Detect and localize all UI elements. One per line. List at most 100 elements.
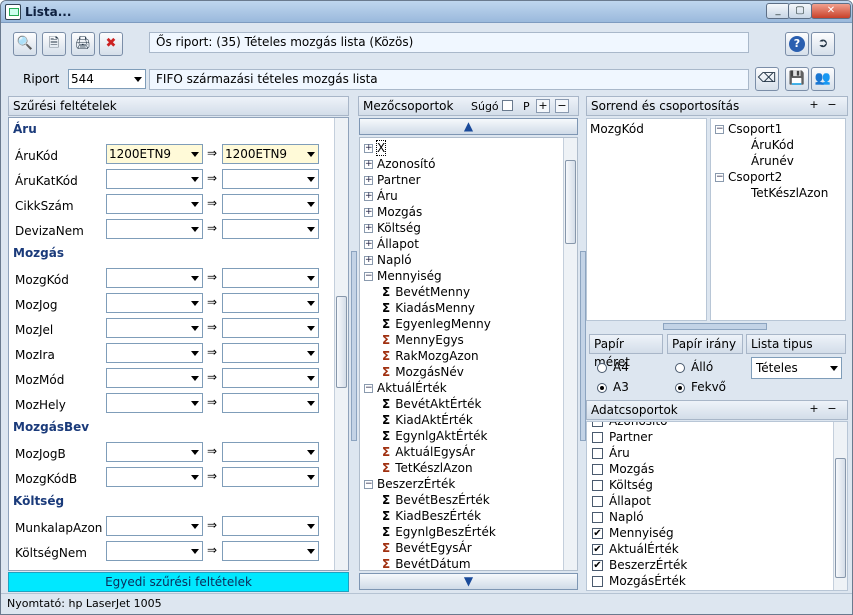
tree-item[interactable]: Σ BevétDátum — [382, 557, 471, 570]
list-type-select[interactable]: Tételes — [751, 357, 842, 379]
filter-to-select[interactable]: 1200ETN9 — [222, 144, 319, 164]
data-group-item[interactable]: Költség — [592, 478, 653, 492]
tree-item[interactable]: Σ KiadBeszÉrték — [382, 509, 481, 523]
filter-to-select[interactable] — [222, 268, 319, 288]
eraser-button[interactable]: ⌫ — [755, 67, 779, 91]
filter-from-select[interactable] — [106, 194, 203, 214]
filters-scrollbar[interactable] — [334, 118, 348, 570]
tree-item[interactable]: Σ BevétMenny — [382, 285, 470, 299]
filter-from-select[interactable]: 1200ETN9 — [106, 144, 203, 164]
data-group-item[interactable]: Állapot — [592, 494, 651, 508]
ordering-field-item[interactable]: MozgKód — [590, 122, 644, 136]
tree-item[interactable]: Σ MozgásNév — [382, 365, 464, 379]
data-groups-scrollbar[interactable] — [833, 422, 847, 590]
tree-item[interactable]: − Mennyiség — [364, 269, 442, 283]
scroll-up-button[interactable]: ▲ — [359, 118, 578, 135]
help-button[interactable]: ? — [785, 32, 809, 56]
collapse-icon[interactable]: − — [364, 272, 373, 281]
tree-item[interactable]: + Napló — [364, 253, 412, 267]
group-tree-item[interactable]: ÁruKód — [751, 138, 794, 152]
group-tree-item[interactable]: − Csoport2 — [715, 170, 782, 184]
tree-item[interactable]: Σ KiadásMenny — [382, 301, 475, 315]
users-button[interactable]: 👥 — [811, 67, 835, 91]
filter-to-select[interactable] — [222, 318, 319, 338]
filter-from-select[interactable] — [106, 268, 203, 288]
data-groups-remove-button[interactable]: − — [825, 403, 839, 417]
filter-from-select[interactable] — [106, 293, 203, 313]
tree-item[interactable]: − AktuálÉrték — [364, 381, 447, 395]
help-checkbox[interactable] — [502, 100, 513, 111]
minimize-button[interactable]: _ — [766, 3, 790, 19]
filter-to-select[interactable] — [222, 169, 319, 189]
filter-from-select[interactable] — [106, 343, 203, 363]
data-group-item[interactable]: ✔ AktuálÉrték — [592, 542, 679, 556]
tree-item[interactable]: + Azonosító — [364, 157, 435, 171]
ordering-remove-button[interactable]: − — [825, 99, 839, 113]
data-group-item[interactable]: Áru — [592, 446, 630, 460]
tree-item[interactable]: Σ TetKészlAzon — [382, 461, 473, 475]
tree-item[interactable]: + Állapot — [364, 237, 419, 251]
tree-item[interactable]: + Áru — [364, 189, 398, 203]
tree-item[interactable]: Σ BevétBeszÉrték — [382, 493, 490, 507]
tree-item[interactable]: Σ EgynlgAktÉrték — [382, 429, 487, 443]
horizontal-splitter[interactable] — [663, 323, 767, 330]
data-group-item[interactable]: ✔ BeszerzÉrték — [592, 558, 687, 572]
tree-item[interactable]: Σ BevétAktÉrték — [382, 397, 481, 411]
filter-to-select[interactable] — [222, 442, 319, 462]
tree-item[interactable]: Σ EgynlgBeszÉrték — [382, 525, 496, 539]
exit-button[interactable]: ➲ — [811, 32, 835, 56]
tree-item[interactable]: + Költség — [364, 221, 421, 235]
tree-item[interactable]: Σ KiadAktÉrték — [382, 413, 473, 427]
filter-from-select[interactable] — [106, 541, 203, 561]
filter-from-select[interactable] — [106, 393, 203, 413]
tree-item[interactable]: Σ BevétEgysÁr — [382, 541, 472, 555]
field-groups-scrollbar[interactable] — [563, 138, 577, 570]
filter-from-select[interactable] — [106, 318, 203, 338]
filter-from-select[interactable] — [106, 442, 203, 462]
filter-from-select[interactable] — [106, 516, 203, 536]
filter-to-select[interactable] — [222, 467, 319, 487]
custom-filters-button[interactable]: Egyedi szűrési feltételek — [8, 572, 349, 592]
data-group-item[interactable]: ✔ Mennyiség — [592, 526, 674, 540]
tree-item[interactable]: Σ AktuálEgysÁr — [382, 445, 475, 459]
preview-button[interactable]: 🔍 — [13, 32, 37, 56]
filter-to-select[interactable] — [222, 516, 319, 536]
expand-icon[interactable]: + — [364, 256, 373, 265]
data-groups-scroll-thumb[interactable] — [835, 458, 846, 578]
riport-select[interactable]: 544 — [68, 69, 146, 89]
save-button[interactable]: 💾 — [785, 67, 809, 91]
filter-to-select[interactable] — [222, 219, 319, 239]
data-group-item[interactable]: Napló — [592, 510, 644, 524]
orientation-landscape-radio[interactable]: Fekvő — [675, 380, 726, 394]
filter-from-select[interactable] — [106, 219, 203, 239]
tree-item[interactable]: Σ RakMozgAzon — [382, 349, 479, 363]
expand-icon[interactable]: + — [364, 240, 373, 249]
data-group-item[interactable]: MozgásÉrték — [592, 574, 686, 588]
expand-icon[interactable]: + — [364, 192, 373, 201]
expand-icon[interactable]: + — [364, 144, 373, 153]
group-tree-item[interactable]: TetKészlAzon — [751, 186, 828, 200]
filter-from-select[interactable] — [106, 368, 203, 388]
filter-to-select[interactable] — [222, 343, 319, 363]
expand-icon[interactable]: + — [364, 160, 373, 169]
filter-to-select[interactable] — [222, 541, 319, 561]
paper-a3-radio[interactable]: A3 — [597, 380, 629, 394]
collapse-all-button[interactable]: − — [555, 99, 569, 113]
expand-icon[interactable]: + — [364, 176, 373, 185]
tree-item[interactable]: − BeszerzÉrték — [364, 477, 455, 491]
tree-item[interactable]: + Mozgás — [364, 205, 422, 219]
field-groups-scroll-thumb[interactable] — [565, 160, 576, 244]
filter-to-select[interactable] — [222, 368, 319, 388]
collapse-icon[interactable]: − — [364, 384, 373, 393]
expand-icon[interactable]: + — [364, 224, 373, 233]
data-group-item-partial[interactable]: Azonosító — [592, 422, 667, 428]
data-groups-add-button[interactable]: + — [807, 403, 821, 417]
report-settings-button[interactable]: 🗎 — [42, 32, 66, 56]
paper-a4-radio[interactable]: A4 — [597, 360, 629, 374]
delete-button[interactable]: ✖ — [99, 32, 123, 56]
title-bar[interactable]: Lista... _ ▢ ✕ — [1, 1, 852, 23]
orientation-portrait-radio[interactable]: Álló — [675, 360, 713, 374]
maximize-button[interactable]: ▢ — [788, 3, 812, 19]
filter-from-select[interactable] — [106, 169, 203, 189]
scroll-down-button[interactable]: ▼ — [359, 573, 578, 590]
